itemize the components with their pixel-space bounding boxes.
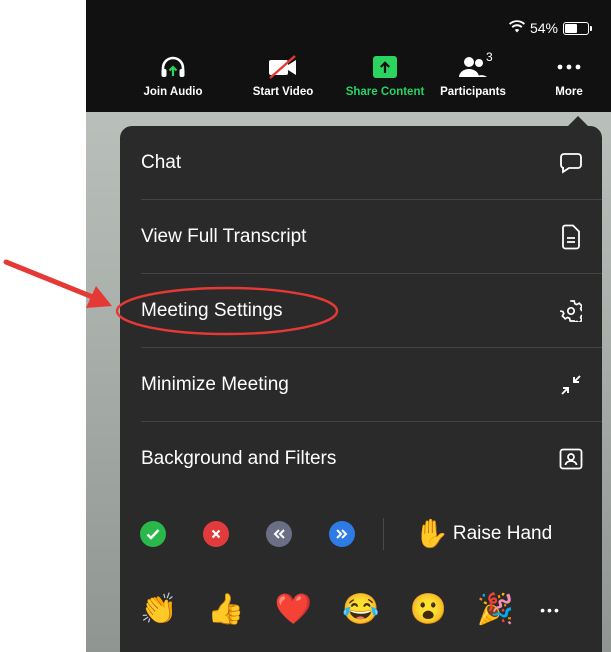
chat-bubble-icon [558, 150, 584, 176]
more-button[interactable]: More [534, 54, 604, 98]
tada-emoji-button[interactable]: 🎉 [477, 595, 514, 625]
menu-item-label: View Full Transcript [141, 225, 307, 247]
participants-button[interactable]: 3 Participants [428, 50, 518, 98]
menu-item-label: Chat [141, 151, 182, 173]
participants-icon: 3 [428, 50, 518, 80]
headphones-icon [128, 54, 218, 80]
battery-percent: 54% [529, 20, 558, 36]
wow-emoji-button[interactable]: 😮 [409, 595, 446, 625]
more-reactions-icon[interactable]: ••• [540, 602, 561, 618]
raised-hand-icon: ✋ [414, 518, 449, 549]
speed-up-icon[interactable] [329, 521, 355, 547]
minimize-arrows-icon [558, 372, 584, 398]
more-menu: Chat View Full Transcript Meeting Settin… [120, 116, 602, 652]
document-icon [558, 224, 584, 250]
meeting-toolbar: 54% Join Audio Start Video Share Content [86, 0, 611, 112]
slow-down-icon[interactable] [266, 521, 292, 547]
menu-item-view-full-transcript[interactable]: View Full Transcript [120, 200, 602, 273]
join-audio-label: Join Audio [143, 86, 203, 98]
wifi-icon [508, 20, 525, 36]
heart-emoji-button[interactable]: ❤️ [275, 595, 312, 625]
participants-count-badge: 3 [486, 50, 493, 64]
menu-item-label: Background and Filters [141, 447, 337, 469]
divider [383, 518, 384, 550]
share-arrow-icon [373, 56, 397, 78]
video-off-icon [238, 54, 328, 80]
raise-hand-label: Raise Hand [452, 523, 553, 544]
menu-item-label: Meeting Settings [141, 299, 283, 321]
participants-label: Participants [440, 86, 506, 98]
raise-hand-button[interactable]: ✋ Raise Hand [414, 520, 552, 548]
status-bar: 54% [508, 20, 592, 36]
menu-item-meeting-settings[interactable]: Meeting Settings [120, 274, 602, 347]
clap-emoji-button[interactable]: 👏 [140, 595, 177, 625]
gear-icon [558, 298, 584, 324]
more-dots-icon [534, 54, 604, 80]
menu-item-chat[interactable]: Chat [120, 126, 602, 199]
menu-item-label: Minimize Meeting [141, 373, 289, 395]
start-video-button[interactable]: Start Video [238, 54, 328, 98]
thumbs-up-emoji-button[interactable]: 👍 [207, 595, 244, 625]
share-content-label: Share Content [345, 86, 425, 98]
menu-item-background-and-filters[interactable]: Background and Filters [120, 422, 602, 495]
reaction-row-status: ✋ Raise Hand [120, 514, 602, 554]
join-audio-button[interactable]: Join Audio [128, 54, 218, 98]
start-video-label: Start Video [252, 86, 314, 98]
yes-check-icon[interactable] [140, 521, 166, 547]
more-label: More [555, 86, 583, 98]
share-content-button[interactable]: Share Content [340, 54, 430, 98]
menu-item-minimize-meeting[interactable]: Minimize Meeting [120, 348, 602, 421]
joy-emoji-button[interactable]: 😂 [342, 595, 379, 625]
portrait-frame-icon [558, 446, 584, 472]
no-x-icon[interactable] [203, 521, 229, 547]
reaction-row-emoji: 👏 👍 ❤️ 😂 😮 🎉 ••• [120, 588, 602, 632]
battery-icon [563, 21, 592, 35]
